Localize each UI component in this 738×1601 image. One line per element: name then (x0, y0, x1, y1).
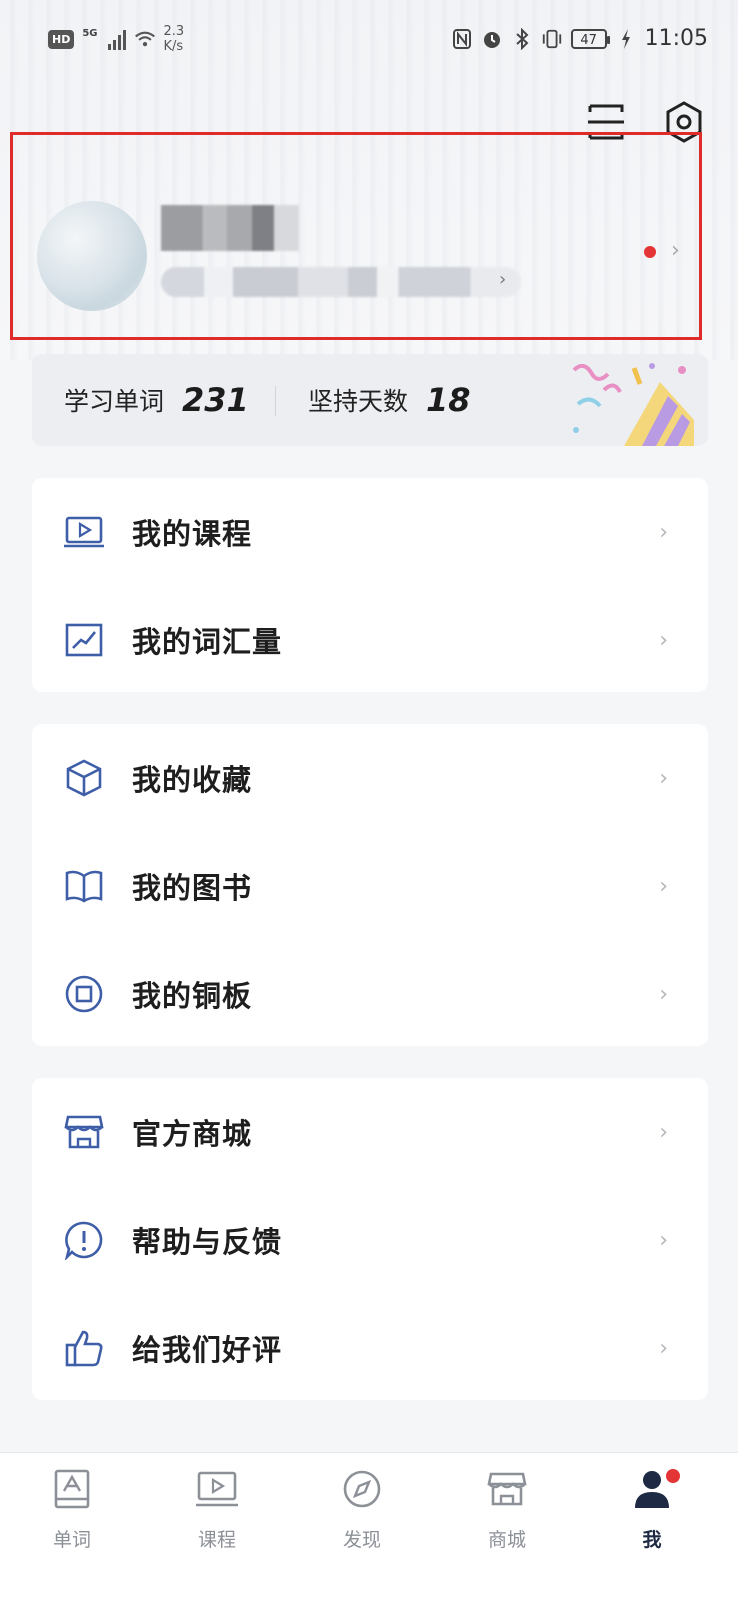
status-right: 47 11:05 (451, 26, 708, 51)
menu-my-favorites[interactable]: 我的收藏 › (32, 724, 708, 832)
book-icon (64, 866, 104, 906)
tab-label: 我 (642, 1529, 662, 1551)
menu-label: 我的词汇量 (132, 625, 283, 659)
coin-icon (64, 974, 104, 1014)
network-speed: 2.3 K/s (164, 24, 185, 54)
status-bar: HD 5G 2.3 K/s 47 11:05 (0, 0, 738, 86)
stats-divider (275, 386, 276, 416)
bluetooth-icon (511, 27, 533, 50)
shop-icon (485, 1467, 529, 1511)
menu-my-courses[interactable]: 我的课程 › (32, 478, 708, 586)
words-learned-value: 231 (182, 381, 249, 419)
status-left: HD 5G 2.3 K/s (48, 24, 184, 54)
play-screen-icon (64, 512, 104, 552)
tab-discover[interactable]: 发现 (310, 1453, 410, 1601)
menu-rate-us[interactable]: 给我们好评 › (32, 1294, 708, 1402)
menu-label: 给我们好评 (132, 1333, 283, 1367)
trend-chart-icon (64, 620, 104, 660)
subtitle-chevron-icon: › (499, 269, 507, 290)
alarm-icon (481, 28, 503, 50)
bottom-tab-bar: 单词 课程 发现 商城 我 (0, 1452, 738, 1601)
notification-dot (644, 246, 656, 258)
words-learned-label: 学习单词 (64, 387, 165, 416)
menu-label: 我的图书 (132, 871, 253, 905)
streak-days-value: 18 (426, 381, 471, 419)
menu-label: 帮助与反馈 (132, 1225, 283, 1259)
menu-label: 官方商城 (132, 1117, 253, 1151)
course-screen-icon (195, 1467, 239, 1511)
chevron-right-icon: › (659, 519, 668, 545)
menu-group-assets: 我的收藏 › 我的图书 › 我的铜板 › (32, 724, 708, 1046)
charging-icon (615, 28, 637, 50)
tab-label: 商城 (487, 1529, 526, 1551)
tab-words[interactable]: 单词 (20, 1453, 120, 1601)
tab-me[interactable]: 我 (600, 1453, 700, 1601)
word-card-icon (50, 1467, 94, 1511)
chevron-right-icon: › (659, 873, 668, 899)
store-icon (64, 1112, 104, 1152)
streak-days-stat: 坚持天数 18 (308, 354, 471, 446)
clock: 11:05 (644, 26, 708, 51)
battery-indicator: 47 (570, 28, 610, 49)
tab-label: 单词 (52, 1529, 91, 1551)
tab-shop[interactable]: 商城 (455, 1453, 555, 1601)
study-stats: 学习单词 231 坚持天数 18 (32, 354, 708, 446)
menu-label: 我的收藏 (132, 763, 253, 797)
streak-days-label: 坚持天数 (308, 387, 409, 416)
menu-my-coins[interactable]: 我的铜板 › (32, 940, 708, 1048)
tab-label: 发现 (342, 1529, 381, 1551)
thumbs-up-icon (64, 1328, 104, 1368)
signal-icon (107, 28, 126, 50)
chevron-right-icon: › (659, 1335, 668, 1361)
menu-official-store[interactable]: 官方商城 › (32, 1078, 708, 1186)
words-learned-stat: 学习单词 231 (64, 354, 249, 446)
speed-value: 2.3 (163, 24, 185, 39)
help-exclaim-icon (64, 1220, 104, 1260)
avatar[interactable] (37, 201, 147, 311)
menu-label: 我的课程 (132, 517, 253, 551)
vibrate-icon (541, 28, 563, 50)
user-subtitle-blurred[interactable] (161, 267, 521, 297)
chevron-right-icon: › (659, 981, 668, 1007)
profile-card[interactable]: › › (10, 132, 702, 340)
wifi-icon (134, 28, 156, 50)
party-popper-icon (572, 363, 694, 446)
nfc-icon (451, 28, 473, 50)
menu-group-learning: 我的课程 › 我的词汇量 › (32, 478, 708, 692)
username-blurred (161, 205, 299, 251)
compass-icon (340, 1467, 384, 1511)
chevron-right-icon: › (659, 1227, 668, 1253)
menu-group-support: 官方商城 › 帮助与反馈 › 给我们好评 › (32, 1078, 708, 1400)
profile-chevron-icon: › (671, 238, 680, 263)
chevron-right-icon: › (659, 765, 668, 791)
chevron-right-icon: › (659, 1119, 668, 1145)
menu-my-vocabulary[interactable]: 我的词汇量 › (32, 586, 708, 694)
menu-my-books[interactable]: 我的图书 › (32, 832, 708, 940)
chevron-right-icon: › (659, 627, 668, 653)
signal-type: 5G (82, 27, 98, 39)
hd-badge: HD (48, 29, 75, 49)
tab-courses[interactable]: 课程 (165, 1453, 265, 1601)
menu-label: 我的铜板 (132, 979, 253, 1013)
cube-icon (64, 758, 104, 798)
menu-help-feedback[interactable]: 帮助与反馈 › (32, 1186, 708, 1294)
tab-notification-dot (666, 1469, 680, 1483)
speed-unit: K/s (163, 39, 184, 54)
tab-label: 课程 (197, 1529, 236, 1551)
